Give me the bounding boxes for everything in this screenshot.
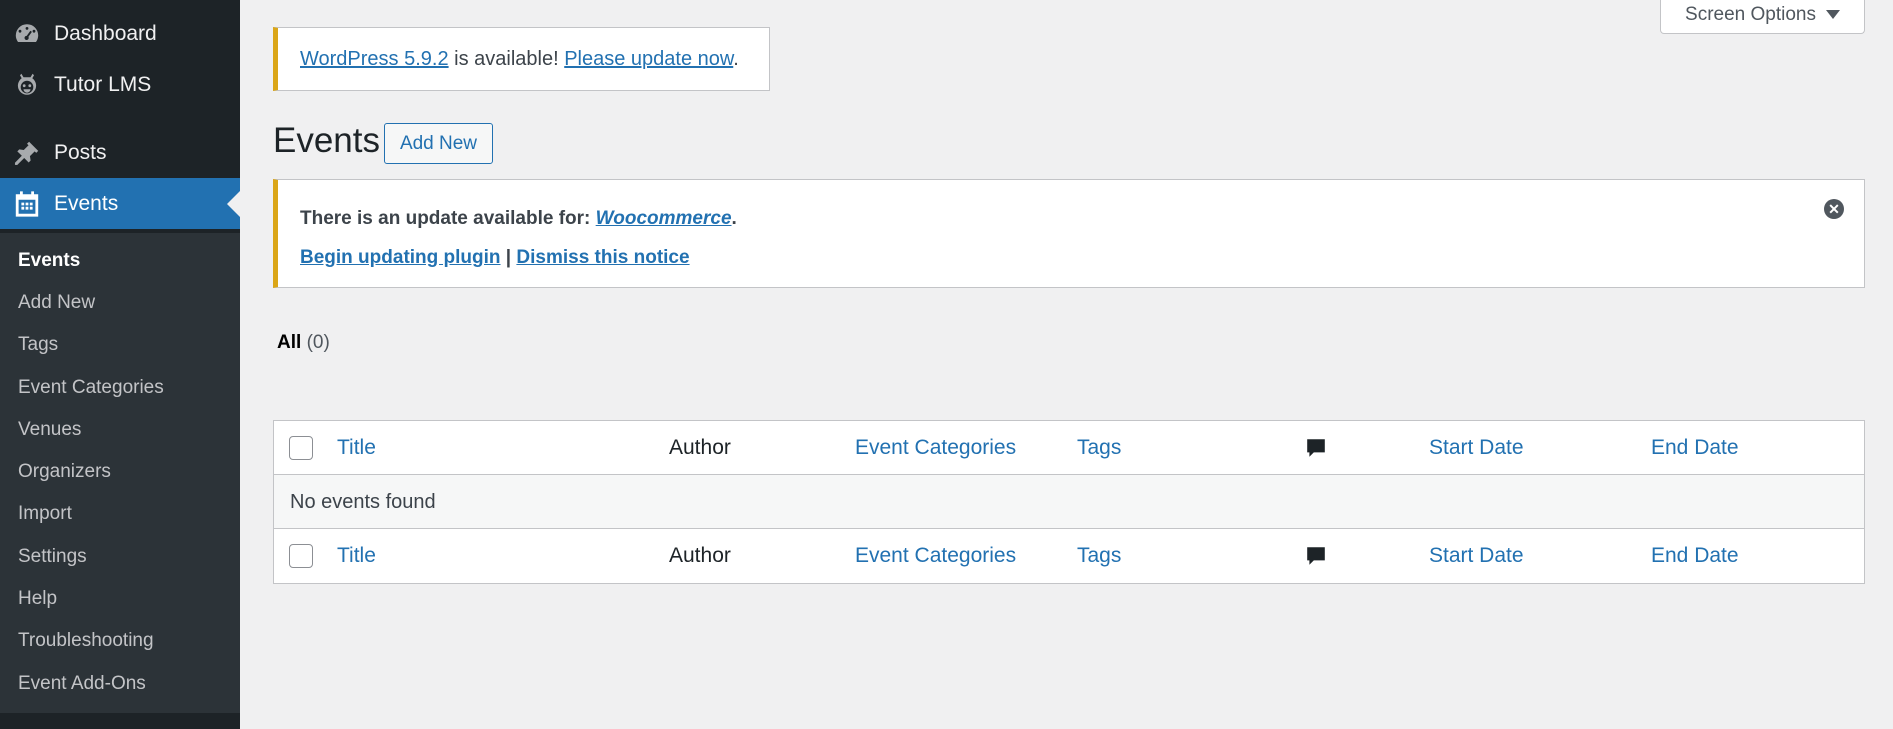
add-new-button[interactable]: Add New	[384, 123, 493, 164]
column-end-date[interactable]: End Date	[1651, 529, 1739, 583]
column-start-date[interactable]: Start Date	[1429, 421, 1524, 475]
submenu-help[interactable]: Help	[18, 586, 57, 612]
screen-options-label: Screen Options	[1685, 3, 1816, 25]
filter-all-link[interactable]: All	[277, 332, 301, 353]
dashboard-icon	[0, 20, 54, 48]
no-items-message: No events found	[290, 490, 436, 513]
menu-label: Tutor LMS	[54, 72, 152, 96]
status-filter: All (0)	[277, 332, 330, 354]
submenu-add-new[interactable]: Add New	[18, 290, 95, 316]
column-title[interactable]: Title	[337, 529, 376, 583]
wordpress-version-link[interactable]: WordPress 5.9.2	[300, 48, 449, 70]
column-event-categories[interactable]: Event Categories	[855, 421, 1016, 475]
menu-label: Events	[54, 191, 119, 215]
submenu-import[interactable]: Import	[18, 501, 72, 527]
table-row: No events found	[274, 475, 1864, 529]
menu-dashboard[interactable]: Dashboard	[0, 8, 240, 59]
column-author: Author	[669, 436, 731, 459]
triangle-down-icon	[1825, 10, 1840, 19]
plugin-notice-message: There is an update available for: Woocom…	[300, 208, 737, 230]
comment-icon[interactable]	[1305, 421, 1327, 475]
woocommerce-link[interactable]: Woocommerce	[596, 208, 732, 229]
column-title[interactable]: Title	[337, 421, 376, 475]
select-all-checkbox[interactable]	[289, 544, 313, 568]
plugin-notice-suffix: .	[731, 208, 737, 229]
begin-updating-plugin-link[interactable]: Begin updating plugin	[300, 247, 501, 268]
menu-label: Posts	[54, 140, 107, 164]
select-all-cell	[289, 421, 313, 475]
plugin-notice-actions: Begin updating plugin | Dismiss this not…	[300, 247, 690, 269]
tutor-lms-icon	[0, 71, 54, 99]
action-separator: |	[500, 247, 517, 268]
events-table: Title Author Event Categories Tags Start…	[273, 420, 1865, 584]
next-menu-item-partial	[0, 713, 240, 729]
wordpress-update-notice: WordPress 5.9.2 is available! Please upd…	[273, 27, 770, 91]
pin-icon	[0, 139, 54, 167]
submenu-troubleshooting[interactable]: Troubleshooting	[18, 628, 154, 654]
menu-events[interactable]: Events	[0, 178, 240, 229]
select-all-cell	[289, 529, 313, 583]
events-submenu: Events Add New Tags Event Categories Ven…	[0, 233, 240, 713]
select-all-checkbox[interactable]	[289, 436, 313, 460]
column-author: Author	[669, 544, 731, 567]
plugin-notice-prefix: There is an update available for:	[300, 208, 596, 229]
column-start-date[interactable]: Start Date	[1429, 529, 1524, 583]
update-now-link[interactable]: Please update now	[564, 48, 733, 70]
plugin-update-notice: There is an update available for: Woocom…	[273, 179, 1865, 288]
menu-posts[interactable]: Posts	[0, 127, 240, 178]
submenu-tags[interactable]: Tags	[18, 332, 58, 358]
submenu-venues[interactable]: Venues	[18, 417, 81, 443]
submenu-organizers[interactable]: Organizers	[18, 459, 111, 485]
table-header-row: Title Author Event Categories Tags Start…	[274, 421, 1864, 475]
table-footer-row: Title Author Event Categories Tags Start…	[274, 529, 1864, 583]
page-title: Events	[273, 121, 380, 160]
submenu-events[interactable]: Events	[18, 248, 80, 274]
column-tags[interactable]: Tags	[1077, 529, 1121, 583]
menu-tutor-lms[interactable]: Tutor LMS	[0, 59, 240, 110]
dismiss-notice-link[interactable]: Dismiss this notice	[516, 247, 689, 268]
submenu-settings[interactable]: Settings	[18, 544, 87, 570]
current-menu-arrow	[227, 190, 240, 217]
column-tags[interactable]: Tags	[1077, 421, 1121, 475]
filter-all-count: (0)	[306, 332, 330, 353]
submenu-event-categories[interactable]: Event Categories	[18, 375, 164, 401]
notice-period: .	[733, 47, 739, 70]
close-icon[interactable]: ✕	[1824, 199, 1844, 219]
calendar-icon	[0, 190, 54, 218]
column-end-date[interactable]: End Date	[1651, 421, 1739, 475]
admin-sidebar: Dashboard Tutor LMS Posts Events Events …	[0, 0, 240, 729]
menu-label: Dashboard	[54, 21, 157, 45]
column-event-categories[interactable]: Event Categories	[855, 529, 1016, 583]
screen-options-button[interactable]: Screen Options	[1660, 0, 1865, 34]
notice-text: is available!	[448, 47, 565, 70]
submenu-event-add-ons[interactable]: Event Add-Ons	[18, 671, 146, 697]
comment-icon[interactable]	[1305, 529, 1327, 583]
